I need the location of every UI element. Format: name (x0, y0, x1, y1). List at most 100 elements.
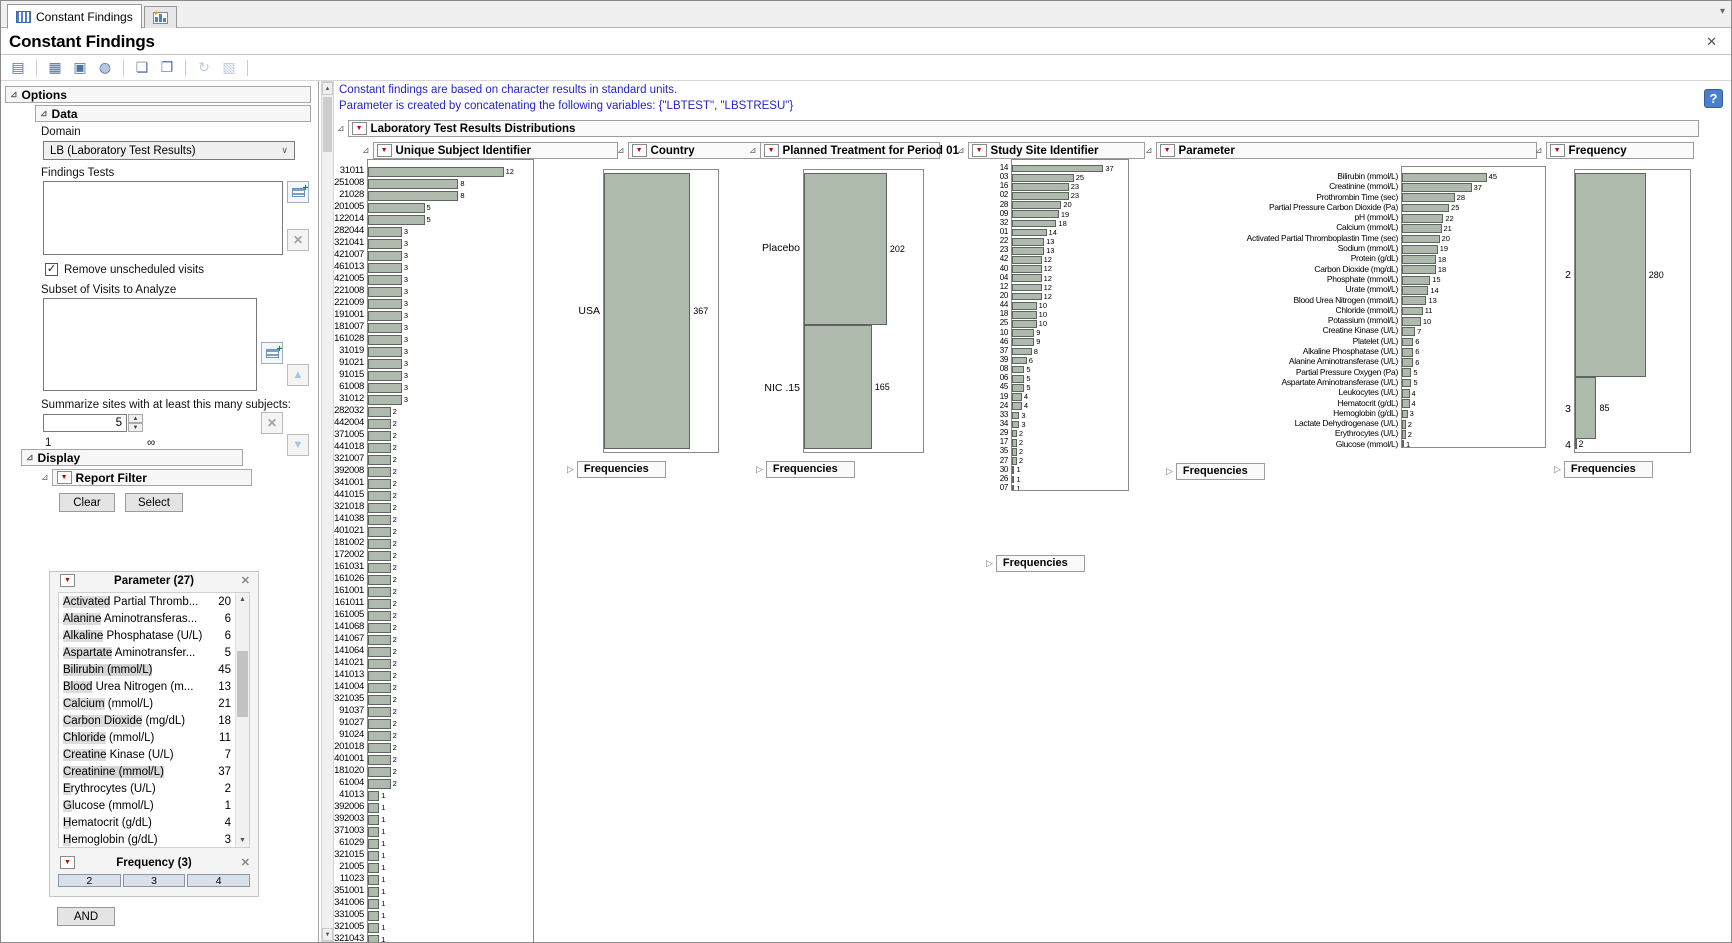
histogram-bar[interactable] (368, 659, 391, 670)
remove-visits-button[interactable]: ✕ (261, 412, 283, 434)
add-visits-button[interactable]: + (261, 342, 283, 364)
histogram-bar[interactable] (368, 179, 458, 190)
section-header[interactable]: ⊿ ▼ Laboratory Test Results Distribution… (337, 120, 1699, 137)
add-note-icon[interactable]: ❏ (131, 58, 153, 78)
histogram-bar[interactable] (1402, 265, 1436, 274)
view-notes-icon[interactable]: ❐ (156, 58, 178, 78)
histogram-frame[interactable]: 1288553333333333333332222222222222222222… (367, 159, 534, 943)
histogram-bar[interactable] (368, 911, 379, 922)
histogram-bar[interactable] (368, 815, 379, 826)
histogram-bar[interactable] (368, 395, 402, 406)
histogram-bar[interactable] (368, 539, 391, 550)
histogram-bar[interactable] (1402, 224, 1442, 233)
histogram-frame[interactable]: 367 (603, 169, 719, 453)
histogram-bar[interactable] (368, 683, 391, 694)
histogram-bar[interactable] (1402, 235, 1440, 244)
histogram-bar[interactable] (368, 839, 379, 850)
histogram-bar[interactable] (1012, 192, 1069, 200)
histogram-bar[interactable] (368, 935, 379, 943)
histogram-bar[interactable] (1402, 389, 1410, 398)
red-triangle-menu[interactable]: ▼ (377, 144, 392, 157)
frequencies-disclosure[interactable]: ▷ Frequencies (567, 461, 666, 478)
histogram-bar[interactable] (368, 923, 379, 934)
histogram-bar[interactable] (368, 671, 391, 682)
close-icon[interactable]: ✕ (241, 574, 250, 587)
min-subjects-stepper[interactable]: ▲▼ (128, 414, 143, 432)
histogram-bar[interactable] (1402, 276, 1430, 285)
histogram-bar[interactable] (368, 215, 425, 226)
frequencies-disclosure[interactable]: ▷ Frequencies (1554, 461, 1653, 478)
parameter-filter-item[interactable]: Carbon Dioxide (mg/dL)18 (59, 712, 249, 729)
histogram-bar[interactable] (368, 467, 391, 478)
red-triangle-menu[interactable]: ▼ (1550, 144, 1565, 157)
histogram-bar[interactable] (368, 191, 458, 202)
red-triangle-menu[interactable]: ▼ (632, 144, 647, 157)
histogram-bar[interactable] (368, 887, 379, 898)
histogram-bar[interactable] (368, 359, 402, 370)
histogram-bar[interactable] (1402, 193, 1455, 202)
histogram-bar[interactable] (368, 875, 379, 886)
journal-icon[interactable]: ▤ (7, 58, 29, 78)
tab-constant-findings[interactable]: Constant Findings (7, 4, 142, 29)
parameter-filter-item[interactable]: Creatine Kinase (U/L)7 (59, 746, 249, 763)
histogram-bar[interactable] (1402, 286, 1428, 295)
parameter-filter-item[interactable]: Alanine Aminotransferas...6 (59, 610, 249, 627)
parameter-filter-item[interactable]: Aspartate Aminotransfer...5 (59, 644, 249, 661)
histogram-bar[interactable] (604, 173, 690, 449)
histogram-bar[interactable] (368, 563, 391, 574)
panel-header[interactable]: ⊿ ▼Planned Treatment for Period 01 (749, 142, 940, 159)
histogram-bar[interactable] (1402, 358, 1413, 367)
histogram-bar[interactable] (1012, 274, 1042, 282)
histogram-bar[interactable] (368, 743, 391, 754)
histogram-bar[interactable] (1012, 183, 1069, 191)
scroll-down-icon[interactable]: ▼ (236, 834, 249, 847)
histogram-bar[interactable] (368, 311, 402, 322)
list-scrollbar[interactable]: ▲ ▼ (235, 593, 249, 847)
histogram-bar[interactable] (1012, 320, 1037, 328)
histogram-bar[interactable] (1402, 399, 1410, 408)
histogram-bar[interactable] (1402, 204, 1449, 213)
histogram-bar[interactable] (368, 779, 391, 790)
histogram-bar[interactable] (1402, 296, 1426, 305)
red-triangle-menu[interactable]: ▼ (57, 471, 72, 484)
histogram-bar[interactable] (368, 371, 402, 382)
histogram-bar[interactable] (1402, 368, 1411, 377)
parameter-filter-item[interactable]: Glucose (mmol/L)1 (59, 797, 249, 814)
scroll-thumb[interactable] (237, 651, 248, 717)
histogram-bar[interactable] (368, 599, 391, 610)
histogram-bar[interactable] (1012, 174, 1074, 182)
histogram-bar[interactable] (1012, 165, 1103, 173)
scroll-up-icon[interactable]: ▲ (322, 82, 333, 95)
histogram-bar[interactable] (368, 383, 402, 394)
min-subjects-input[interactable]: 5 (43, 414, 127, 432)
histogram-bar[interactable] (1012, 348, 1032, 356)
parameter-filter-item[interactable]: Blood Urea Nitrogen (m...13 (59, 678, 249, 695)
histogram-bar[interactable] (1402, 255, 1436, 264)
histogram-bar[interactable] (368, 455, 391, 466)
histogram-bar[interactable] (368, 707, 391, 718)
parameter-filter-item[interactable]: Hematocrit (g/dL)4 (59, 814, 249, 831)
histogram-bar[interactable] (368, 443, 391, 454)
histogram-bar[interactable] (1012, 393, 1022, 401)
data-table-icon[interactable]: ▦ (44, 58, 66, 78)
histogram-bar[interactable] (368, 899, 379, 910)
histogram-bar[interactable] (368, 323, 402, 334)
add-tests-button[interactable]: + (287, 181, 309, 203)
red-triangle-menu[interactable]: ▼ (352, 122, 367, 135)
panel-header[interactable]: ⊿ ▼Frequency (1535, 142, 1694, 159)
histogram-bar[interactable] (368, 407, 391, 418)
spin-down-icon[interactable]: ▼ (128, 423, 143, 432)
save-report-icon[interactable]: ▣ (69, 58, 91, 78)
help-button[interactable]: ? (1704, 89, 1723, 108)
histogram-bar[interactable] (368, 515, 391, 526)
histogram-bar[interactable] (368, 203, 425, 214)
histogram-bar[interactable] (368, 635, 391, 646)
parameter-filter-item[interactable]: Calcium (mmol/L)21 (59, 695, 249, 712)
histogram-bar[interactable] (368, 167, 504, 178)
histogram-bar[interactable] (1402, 307, 1423, 316)
report-filter-header[interactable]: ⊿ ▼ Report Filter (41, 469, 252, 486)
red-triangle-menu[interactable]: ▼ (1160, 144, 1175, 157)
histogram-bar[interactable] (368, 623, 391, 634)
histogram-bar[interactable] (368, 227, 402, 238)
remove-unscheduled-checkbox[interactable]: ✓ (45, 263, 58, 276)
